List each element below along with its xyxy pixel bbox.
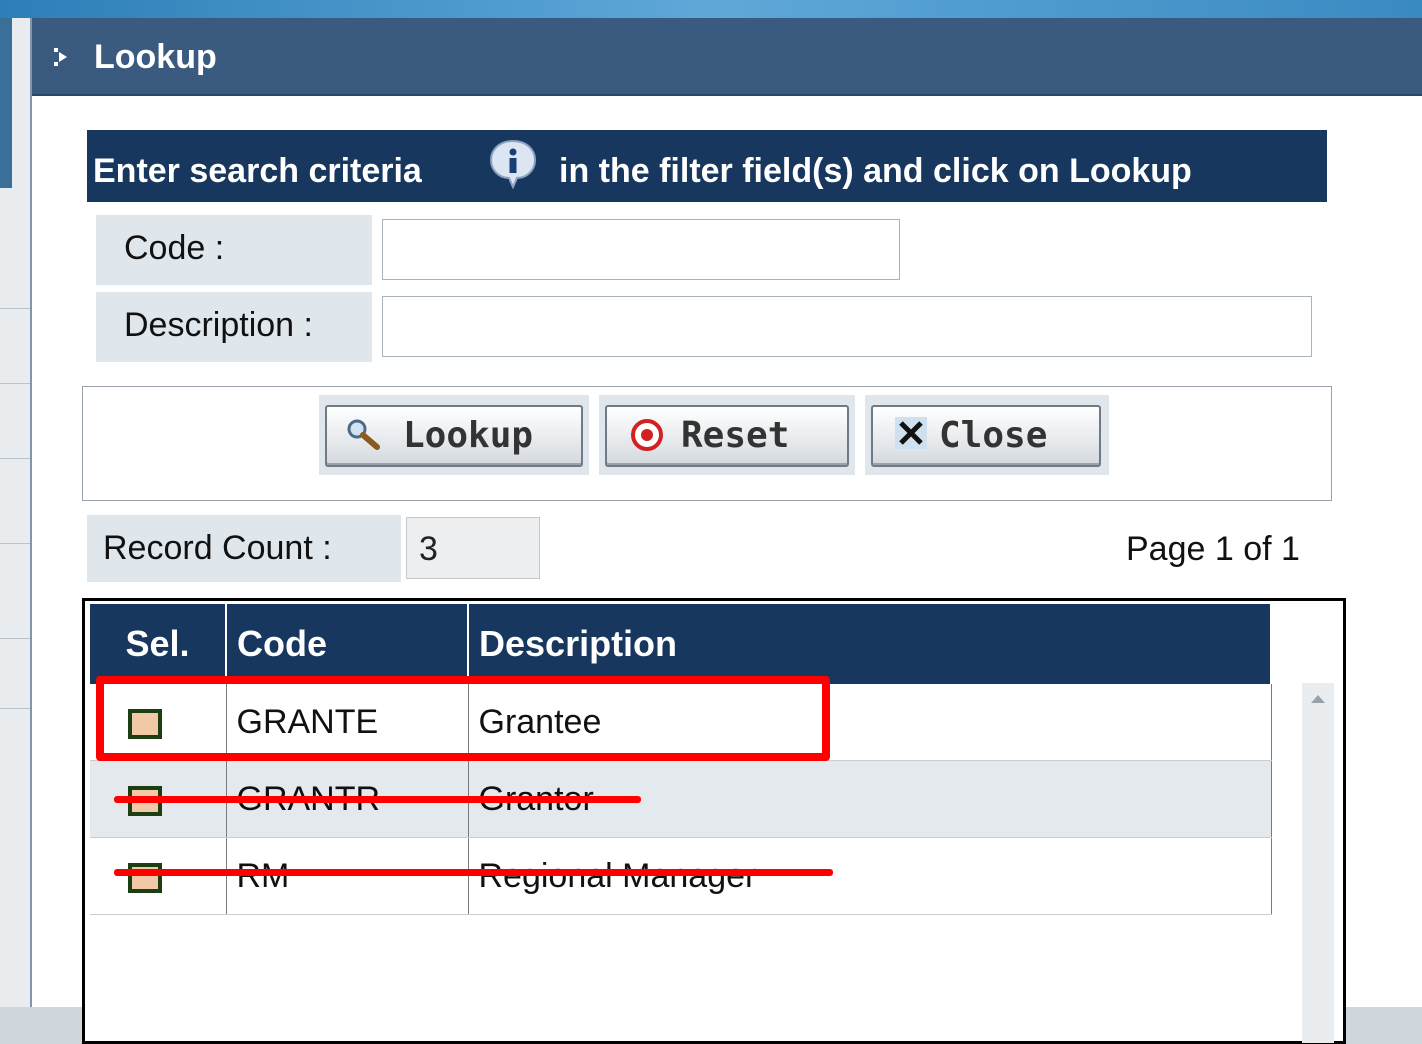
record-count-value-field: 3: [406, 517, 540, 579]
code-label-cell: Code :: [96, 215, 372, 285]
table-row[interactable]: RM Regional Manager: [90, 837, 1272, 915]
description-label-cell: Description :: [96, 292, 372, 362]
record-count-label-cell: Record Count :: [87, 515, 401, 582]
criteria-text-after: in the filter field(s) and click on Look…: [559, 152, 1192, 190]
select-cell: [90, 837, 227, 915]
lookup-dialog: Lookup Enter search criteria in the filt…: [30, 18, 1422, 1044]
close-button[interactable]: Close: [871, 405, 1101, 467]
background-strip: [0, 18, 12, 188]
background-window-header: [0, 0, 1422, 18]
lookup-button[interactable]: Lookup: [325, 405, 583, 467]
description-label: Description :: [124, 306, 313, 344]
strike-annotation-line: [114, 796, 641, 803]
record-count-label: Record Count :: [103, 529, 332, 567]
search-criteria-banner: Enter search criteria in the filter fiel…: [87, 130, 1327, 202]
vertical-scrollbar[interactable]: [1302, 683, 1334, 1043]
description-input[interactable]: [382, 296, 1312, 357]
background-window-edge: [0, 18, 30, 1007]
reset-target-icon: [631, 419, 663, 451]
highlight-annotation-box: [96, 676, 830, 761]
code-input[interactable]: [382, 219, 900, 280]
code-label: Code :: [124, 229, 225, 267]
reset-button[interactable]: Reset: [605, 405, 849, 467]
column-header-code: Code: [226, 604, 469, 684]
button-bar: Lookup Reset Close: [82, 386, 1332, 501]
magnifier-icon: [347, 419, 380, 450]
page-indicator: Page 1 of 1: [1126, 530, 1300, 568]
record-count-value: 3: [419, 530, 438, 568]
dialog-title: Lookup: [94, 38, 217, 76]
results-grid: Sel. Code Description GRANTE Grantee GRA…: [82, 598, 1346, 1044]
lookup-button-label: Lookup: [403, 415, 534, 456]
strike-annotation-line: [114, 869, 833, 876]
close-button-label: Close: [939, 415, 1048, 456]
close-x-icon: [895, 417, 927, 449]
description-cell: Regional Manager: [468, 837, 1272, 915]
title-arrow-icon: [54, 48, 67, 66]
code-cell: RM: [226, 837, 469, 915]
scroll-up-arrow-icon[interactable]: [1311, 695, 1325, 703]
column-header-description: Description: [468, 604, 1272, 684]
column-header-sel: Sel.: [90, 604, 227, 684]
reset-button-label: Reset: [681, 415, 790, 456]
table-header-row: Sel. Code Description: [90, 604, 1272, 684]
info-icon[interactable]: [485, 138, 541, 190]
dialog-title-bar: Lookup: [32, 18, 1422, 96]
criteria-text-before: Enter search criteria: [93, 152, 422, 190]
row-select-checkbox[interactable]: [128, 862, 162, 893]
